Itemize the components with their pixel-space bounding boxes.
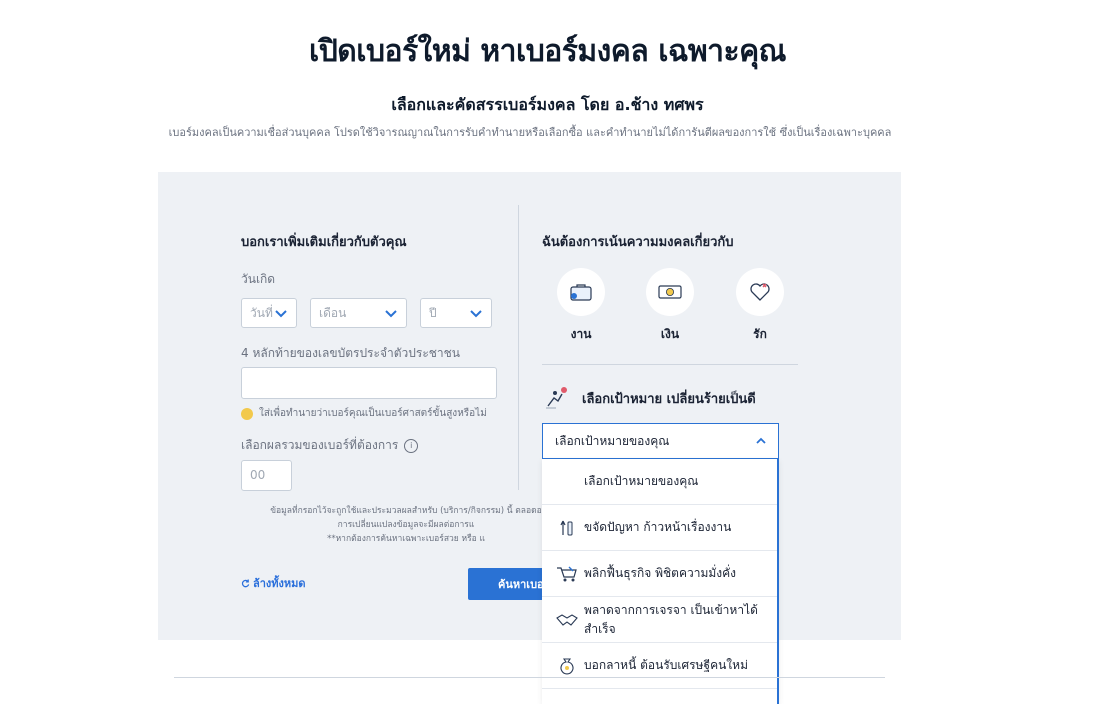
month-select[interactable]: เดือน <box>310 298 407 328</box>
consent-line: ข้อมูลที่กรอกไว้จะถูกใช้และประมวลผลสำหรั… <box>270 506 542 516</box>
sum-input-placeholder: 00 <box>250 468 266 482</box>
goal-select-value: เลือกเป้าหมายของคุณ <box>555 433 670 448</box>
consent-line: **หากต้องการค้นหาเฉพาะเบอร์สวย หรือ แ <box>327 534 485 544</box>
category-money[interactable]: เงิน <box>646 268 694 344</box>
category-label: งาน <box>570 327 592 341</box>
tools-icon <box>556 518 578 538</box>
goal-option[interactable]: บอกลาหนี้ ต้อนรับเศรษฐีคนใหม่ <box>542 643 777 689</box>
focus-title: ฉันต้องการเน้นความมงคลเกี่ยวกับ <box>542 235 734 250</box>
chevron-down-icon <box>275 310 287 318</box>
goal-option[interactable]: พลิกฟื้นธุรกิจ พิชิตความมั่งคั่ง <box>542 551 777 597</box>
briefcase-icon <box>570 284 592 301</box>
search-button-label: ค้นหาเบอร์ <box>498 578 544 591</box>
category-love[interactable]: รัก <box>736 268 784 344</box>
goal-divider <box>542 364 798 365</box>
search-button[interactable]: ค้นหาเบอร์ <box>468 568 544 600</box>
goal-option-label: เลือกเป้าหมายของคุณ <box>584 474 699 488</box>
cart-icon <box>556 564 578 584</box>
goal-option-label: ขจัดปัญหา ก้าวหน้าเรื่องงาน <box>584 520 732 534</box>
goal-option-label: พลาดจากการเจรจา เป็นเข้าหาได้สำเร็จ <box>584 602 758 636</box>
sum-label: เลือกผลรวมของเบอร์ที่ต้องการ <box>241 438 399 452</box>
refresh-icon <box>241 578 250 587</box>
goal-heading: เลือกเป้าหมาย เปลี่ยนร้ายเป็นดี <box>544 386 756 410</box>
page-subtitle: เลือกและคัดสรรเบอร์มงคล โดย อ.ช้าง ทศพร <box>391 95 704 114</box>
disclaimer-text: เบอร์มงคลเป็นความเชื่อส่วนบุคคล โปรดใช้ว… <box>168 126 892 139</box>
consent-line: การเปลี่ยนแปลงข้อมูลจะมีผลต่อการแ <box>337 520 475 530</box>
money-bag-icon <box>556 656 578 676</box>
category-circle <box>646 268 694 316</box>
id-hint: ใส่เพื่อทำนายว่าเบอร์คุณเป็นเบอร์ศาสตร์ข… <box>241 406 487 421</box>
goal-runner-icon <box>546 387 567 409</box>
goal-option[interactable]: พลาดจากการเจรจา เป็นเข้าหาได้สำเร็จ <box>542 597 777 643</box>
year-select-value: ปี <box>429 305 437 320</box>
chevron-up-icon <box>756 437 766 444</box>
money-icon <box>658 285 682 299</box>
id-digits-label: 4 หลักท้ายของเลขบัตรประจำตัวประชาชน <box>241 346 460 360</box>
page-title: เปิดเบอร์ใหม่ หาเบอร์มงคล เฉพาะคุณ <box>308 34 787 69</box>
id-hint-text: ใส่เพื่อทำนายว่าเบอร์คุณเป็นเบอร์ศาสตร์ข… <box>259 408 487 419</box>
category-circle <box>736 268 784 316</box>
day-select[interactable]: วันที่ <box>241 298 297 328</box>
category-work[interactable]: งาน <box>557 268 605 344</box>
day-select-value: วันที่ <box>250 305 273 320</box>
category-label: เงิน <box>660 327 680 341</box>
heart-icon <box>750 283 770 301</box>
goal-option-label: บอกลาหนี้ ต้อนรับเศรษฐีคนใหม่ <box>584 658 748 672</box>
goal-title: เลือกเป้าหมาย เปลี่ยนร้ายเป็นดี <box>582 391 756 407</box>
birthday-label: วันเกิด <box>241 272 276 286</box>
chevron-down-icon <box>385 310 397 318</box>
goal-option[interactable]: เลือกเป้าหมายของคุณ <box>542 459 777 505</box>
category-circle <box>557 268 605 316</box>
goal-option[interactable]: ขจัดปัญหา ก้าวหน้าเรื่องงาน <box>542 505 777 551</box>
sum-input[interactable]: 00 <box>241 460 292 491</box>
goal-dropdown: เลือกเป้าหมายของคุณ ขจัดปัญหา ก้าวหน้าเร… <box>542 459 779 704</box>
consent-text: ข้อมูลที่กรอกไว้จะถูกใช้และประมวลผลสำหรั… <box>270 504 542 546</box>
footer-divider <box>174 677 885 678</box>
handshake-icon <box>556 610 578 630</box>
chevron-down-icon <box>470 310 482 318</box>
panel-divider <box>518 205 519 490</box>
about-you-title: บอกเราเพิ่มเติมเกี่ยวกับตัวคุณ <box>241 235 407 250</box>
category-label: รัก <box>753 327 767 341</box>
goal-select[interactable]: เลือกเป้าหมายของคุณ <box>542 423 779 459</box>
sum-label-row: เลือกผลรวมของเบอร์ที่ต้องการ i <box>241 436 419 455</box>
clear-all-link[interactable]: ล้างทั้งหมด <box>241 574 306 592</box>
lightbulb-icon <box>241 407 253 420</box>
year-select[interactable]: ปี <box>420 298 492 328</box>
id-digits-input[interactable] <box>241 367 497 399</box>
info-icon[interactable]: i <box>404 438 419 453</box>
month-select-value: เดือน <box>319 305 347 320</box>
goal-option-label: พลิกฟื้นธุรกิจ พิชิตความมั่งคั่ง <box>584 566 737 580</box>
clear-all-label: ล้างทั้งหมด <box>253 577 306 590</box>
